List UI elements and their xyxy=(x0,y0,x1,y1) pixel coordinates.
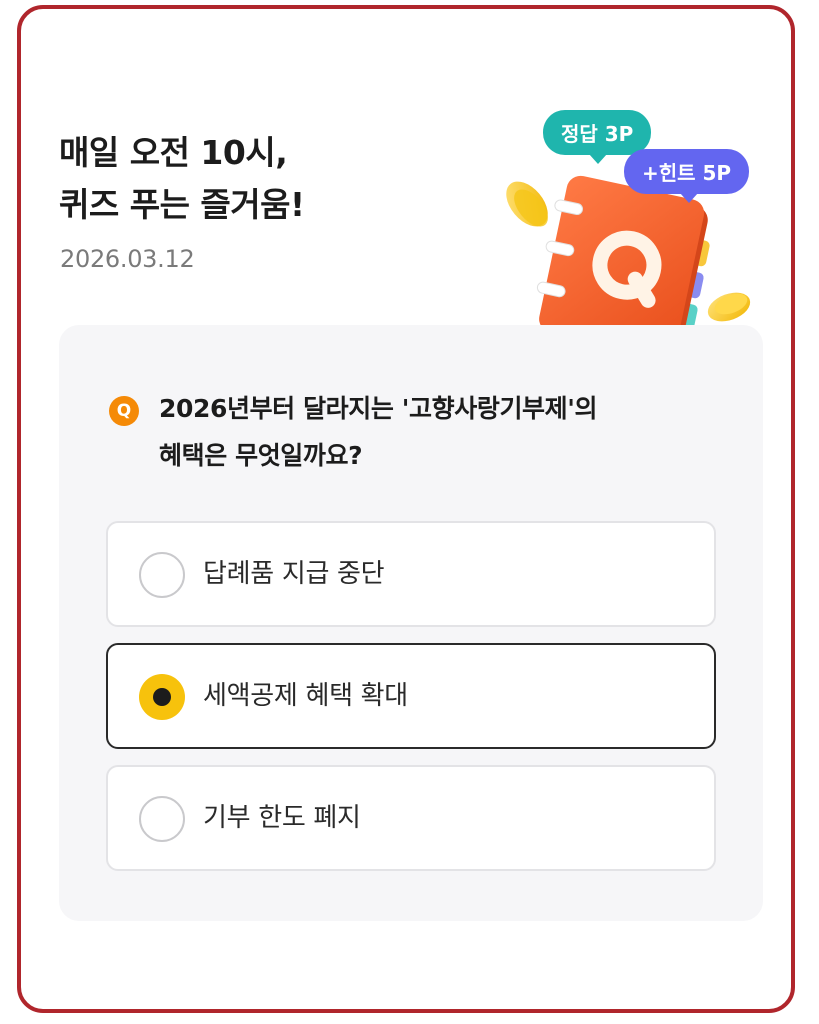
answer-option-label: 기부 한도 폐지 xyxy=(203,803,361,833)
quiz-card: 매일 오전 10시, 퀴즈 푸는 즐거움! 2026.03.12 정답 3P +… xyxy=(17,5,795,1013)
question-text: 2026년부터 달라지는 '고향사랑기부제'의 혜택은 무엇일까요? xyxy=(159,385,739,479)
answer-options: 답례품 지급 중단 세액공제 혜택 확대 기부 한도 폐지 xyxy=(106,521,716,887)
radio-button-selected[interactable] xyxy=(139,674,185,720)
answer-option-3[interactable]: 기부 한도 폐지 xyxy=(106,765,716,871)
radio-button[interactable] xyxy=(139,796,185,842)
quiz-date: 2026.03.12 xyxy=(60,245,195,273)
answer-option-1[interactable]: 답례품 지급 중단 xyxy=(106,521,716,627)
quiz-panel: Q 2026년부터 달라지는 '고향사랑기부제'의 혜택은 무엇일까요? 답례품… xyxy=(59,325,763,921)
answer-option-2[interactable]: 세액공제 혜택 확대 xyxy=(106,643,716,749)
radio-button[interactable] xyxy=(139,552,185,598)
headline-line-1: 매일 오전 10시, xyxy=(59,133,288,172)
headline-line-2: 퀴즈 푸는 즐거움! xyxy=(59,185,305,224)
question-badge-icon: Q xyxy=(109,396,139,426)
question-line-1: 2026년부터 달라지는 '고향사랑기부제'의 xyxy=(159,394,598,423)
page-title: 매일 오전 10시, 퀴즈 푸는 즐거움! xyxy=(59,127,305,231)
question-line-2: 혜택은 무엇일까요? xyxy=(159,441,363,470)
answer-option-label: 답례품 지급 중단 xyxy=(203,559,385,589)
answer-option-label: 세액공제 혜택 확대 xyxy=(203,681,408,711)
hint-points-bubble: +힌트 5P xyxy=(624,149,750,203)
answer-points-bubble: 정답 3P xyxy=(543,110,652,164)
